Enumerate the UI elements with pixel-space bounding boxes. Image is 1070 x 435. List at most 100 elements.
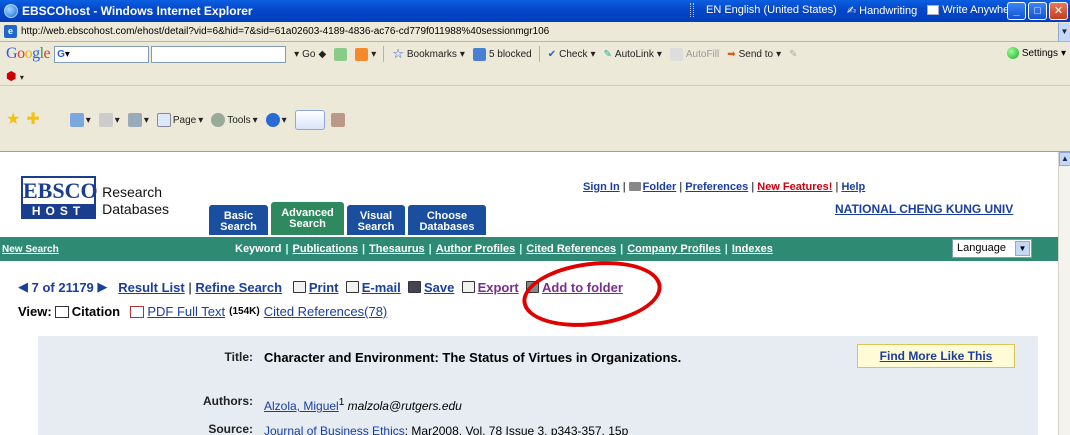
sendto-icon: ➡ bbox=[727, 48, 736, 60]
messenger-button[interactable] bbox=[294, 110, 325, 130]
url-field[interactable]: http://web.ebscohost.com/ehost/detail?vi… bbox=[21, 26, 1058, 37]
vertical-scrollbar[interactable]: ▲ bbox=[1058, 152, 1070, 435]
search-tabs: Basic Search Advanced Search Visual Search … bbox=[209, 202, 486, 235]
indexes-link[interactable]: Indexes bbox=[732, 243, 773, 255]
logo-host-text: HOST bbox=[23, 204, 94, 219]
grip-icon bbox=[690, 3, 694, 17]
write-anywhere-tool[interactable]: Write Anywhere bbox=[927, 4, 1019, 16]
journal-link[interactable]: Journal of Business Ethics bbox=[264, 424, 405, 435]
autofill-label: AutoFill bbox=[685, 48, 720, 60]
favorites-star-icon[interactable]: ★ bbox=[6, 112, 20, 128]
research-icon[interactable] bbox=[330, 113, 345, 127]
google-toolbar: Google G ▾ ▾ Go ◆ ▾ ☆ Bookmarks ▾ 5 blocked… bbox=[0, 42, 1070, 86]
new-search-link[interactable]: New Search bbox=[2, 244, 59, 255]
google-search-input[interactable] bbox=[151, 45, 287, 63]
view-label: View: bbox=[18, 304, 52, 319]
sendto-button[interactable]: ➡ Send to ▾ bbox=[727, 49, 781, 60]
author-link[interactable]: Alzola, Miguel bbox=[264, 399, 339, 413]
pdf-icon bbox=[130, 305, 145, 318]
address-dropdown-icon[interactable]: ▼ bbox=[1058, 22, 1070, 41]
tools-label: Tools bbox=[227, 114, 251, 126]
print-toolbar-button[interactable]: ▾ bbox=[127, 113, 149, 127]
chevron-down-icon: ▼ bbox=[1015, 241, 1030, 256]
folder-icon bbox=[526, 281, 539, 293]
title-label: Title: bbox=[224, 350, 253, 364]
go-label: Go bbox=[302, 48, 316, 60]
popup-blocker-button[interactable]: 5 blocked bbox=[472, 47, 532, 61]
top-links: Sign In | Folder | Preferences | New Fea… bbox=[583, 181, 866, 193]
email-icon bbox=[345, 281, 359, 293]
author-affiliation: 1 bbox=[338, 397, 345, 408]
settings-button[interactable]: Settings ▾ bbox=[1006, 47, 1066, 59]
print-link[interactable]: Print bbox=[309, 280, 339, 295]
autofill-button[interactable]: AutoFill bbox=[669, 47, 720, 61]
pagerank-icon[interactable] bbox=[334, 47, 348, 61]
bookmarks-icon-button[interactable]: ▾ bbox=[355, 47, 376, 61]
view-bar: View: Citation PDF Full Text (154K) Cite… bbox=[18, 304, 387, 319]
author-profiles-link[interactable]: Author Profiles bbox=[436, 243, 515, 255]
next-result-icon[interactable]: ▶ bbox=[97, 279, 107, 295]
page-menu[interactable]: Page ▾ bbox=[156, 113, 203, 127]
company-profiles-link[interactable]: Company Profiles bbox=[627, 243, 721, 255]
thesaurus-link[interactable]: Thesaurus bbox=[369, 243, 425, 255]
tab-choose-databases[interactable]: Choose Databases bbox=[408, 205, 486, 235]
author-email: malzola@rutgers.edu bbox=[347, 399, 462, 413]
keyword-link[interactable]: Keyword bbox=[235, 243, 281, 255]
prev-result-icon[interactable]: ◀ bbox=[18, 279, 28, 295]
find-more-like-this-button[interactable]: Find More Like This bbox=[857, 344, 1015, 368]
language-indicator[interactable]: EN English (United States) bbox=[706, 4, 837, 16]
highlighter-icon[interactable]: ✎ bbox=[789, 49, 797, 60]
write-anywhere-icon bbox=[927, 5, 940, 16]
bookmarks-button[interactable]: ☆ Bookmarks ▾ bbox=[392, 46, 465, 62]
tab-visual-search[interactable]: Visual Search bbox=[347, 205, 405, 235]
result-position: 7 of 21179 bbox=[31, 279, 94, 295]
tools-menu[interactable]: Tools ▾ bbox=[211, 113, 258, 127]
source-details: ; Mar2008, Vol. 78 Issue 3, p343-357, 15… bbox=[404, 424, 629, 435]
save-link[interactable]: Save bbox=[424, 280, 454, 295]
close-button[interactable]: ✕ bbox=[1049, 2, 1068, 20]
spellcheck-button[interactable]: ✔ Check ▾ bbox=[548, 49, 596, 60]
logo-ebsco-text: EBSCO bbox=[23, 178, 98, 204]
scroll-up-icon[interactable]: ▲ bbox=[1059, 152, 1070, 166]
language-select[interactable]: Language ▼ bbox=[952, 239, 1032, 258]
toolbar-separator bbox=[538, 46, 540, 62]
citation-icon bbox=[54, 305, 69, 318]
gear-icon bbox=[211, 113, 226, 127]
minimize-button[interactable]: _ bbox=[1007, 2, 1026, 20]
google-logo: Google bbox=[6, 45, 51, 62]
tab-advanced-search[interactable]: Advanced Search bbox=[271, 202, 344, 235]
add-favorites-icon[interactable]: ✚ bbox=[26, 112, 39, 128]
refine-search-link[interactable]: Refine Search bbox=[195, 280, 282, 295]
maximize-button[interactable]: □ bbox=[1028, 2, 1047, 20]
tab-basic-search[interactable]: Basic Search bbox=[209, 205, 268, 235]
autolink-button[interactable]: ✎ AutoLink ▾ bbox=[604, 49, 662, 60]
publications-link[interactable]: Publications bbox=[293, 243, 358, 255]
ebsco-logo[interactable]: EBSCO HOST RResearch DDatabases bbox=[21, 176, 170, 219]
cited-references-link[interactable]: Cited References bbox=[526, 243, 616, 255]
email-link[interactable]: E-mail bbox=[362, 280, 401, 295]
help-menu[interactable]: ▾ bbox=[265, 113, 287, 127]
help-link[interactable]: Help bbox=[841, 181, 865, 193]
export-icon bbox=[461, 281, 475, 293]
google-search-box[interactable]: G ▾ bbox=[54, 45, 150, 63]
window-titlebar: EBSCOhost - Windows Internet Explorer EN… bbox=[0, 0, 1070, 22]
language-bar: EN English (United States) ✍ Handwriting… bbox=[690, 3, 1019, 17]
acrobat-icon[interactable]: ⬢ ▾ bbox=[6, 69, 24, 83]
nav-bar: New Search Keyword | Publications | Thesauru… bbox=[0, 237, 1058, 261]
feeds-button[interactable]: ▾ bbox=[98, 113, 120, 127]
folder-link[interactable]: Folder bbox=[643, 181, 677, 193]
page-icon bbox=[156, 113, 171, 127]
handwriting-tool[interactable]: ✍ Handwriting bbox=[847, 4, 917, 17]
home-button[interactable]: ▾ bbox=[69, 113, 91, 127]
university-link[interactable]: NATIONAL CHENG KUNG UNIV bbox=[835, 202, 1013, 216]
add-to-folder-link[interactable]: Add to folder bbox=[542, 280, 623, 295]
pdf-full-text-link[interactable]: PDF Full Text bbox=[147, 304, 225, 319]
go-button[interactable]: ▾ Go ◆ bbox=[294, 49, 326, 60]
preferences-link[interactable]: Preferences bbox=[685, 181, 748, 193]
cited-references-count-link[interactable]: Cited References(78) bbox=[264, 304, 388, 319]
new-features-link[interactable]: New Features! bbox=[757, 181, 832, 193]
result-list-link[interactable]: Result List bbox=[118, 280, 184, 295]
export-link[interactable]: Export bbox=[478, 280, 519, 295]
sign-in-link[interactable]: Sign In bbox=[583, 181, 620, 193]
web-page: EBSCO HOST RResearch DDatabases BasicSea… bbox=[0, 152, 1058, 435]
